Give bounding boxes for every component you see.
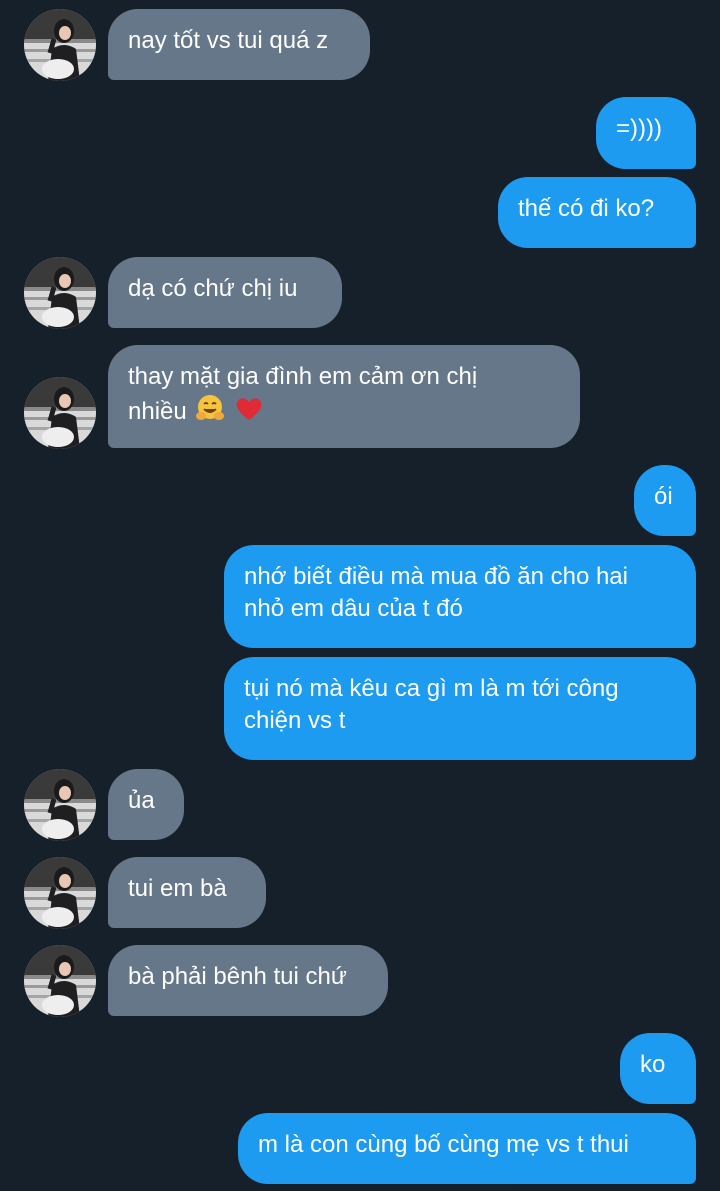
message-text: dạ có chứ chị iu <box>128 275 298 302</box>
incoming-message-bubble[interactable]: nay tốt vs tui quá z <box>108 9 370 80</box>
message-text: thế có đi ko? <box>518 195 655 222</box>
outgoing-message-bubble[interactable]: ói <box>634 465 696 536</box>
outgoing-message-bubble[interactable]: nhớ biết điều mà mua đồ ăn cho hai nhỏ e… <box>224 545 696 648</box>
message-text: ko <box>640 1051 666 1078</box>
hugging-face-emoji-icon <box>195 393 225 432</box>
contact-avatar[interactable] <box>24 769 96 841</box>
incoming-message-bubble[interactable]: thay mặt gia đình em cảm ơn chị nhiều <box>108 345 580 448</box>
outgoing-message-bubble[interactable]: ko <box>620 1033 696 1104</box>
message-text: ủa <box>128 787 155 814</box>
message-text-line: nhiều <box>128 398 187 425</box>
message-text: bà phải bênh tui chứ <box>128 963 347 990</box>
outgoing-message-bubble[interactable]: thế có đi ko? <box>498 177 696 248</box>
contact-avatar[interactable] <box>24 945 96 1017</box>
message-text: ói <box>654 483 673 510</box>
incoming-message-bubble[interactable]: ủa <box>108 769 184 840</box>
message-text-line: thay mặt gia đình em cảm ơn chị <box>128 363 478 390</box>
contact-avatar[interactable] <box>24 9 96 81</box>
contact-avatar[interactable] <box>24 257 96 329</box>
outgoing-message-bubble[interactable]: m là con cùng bố cùng mẹ vs t thui <box>238 1113 696 1184</box>
contact-avatar[interactable] <box>24 857 96 929</box>
message-text: nay tốt vs tui quá z <box>128 27 329 54</box>
message-text-line: chiện vs t <box>244 707 346 734</box>
incoming-message-bubble[interactable]: bà phải bênh tui chứ <box>108 945 388 1016</box>
message-text: tui em bà <box>128 875 227 902</box>
outgoing-message-bubble[interactable]: tụi nó mà kêu ca gì m là m tới công chiệ… <box>224 657 696 760</box>
contact-avatar[interactable] <box>24 377 96 449</box>
message-text-line: tụi nó mà kêu ca gì m là m tới công <box>244 675 619 702</box>
message-text-line: nhỏ em dâu của t đó <box>244 595 463 622</box>
incoming-message-bubble[interactable]: dạ có chứ chị iu <box>108 257 342 328</box>
incoming-message-bubble[interactable]: tui em bà <box>108 857 266 928</box>
outgoing-message-bubble[interactable]: =)))) <box>596 97 696 169</box>
red-heart-emoji-icon <box>234 393 264 432</box>
message-text: =)))) <box>616 115 662 142</box>
message-text: m là con cùng bố cùng mẹ vs t thui <box>258 1131 629 1158</box>
message-text-line: nhớ biết điều mà mua đồ ăn cho hai <box>244 563 628 590</box>
